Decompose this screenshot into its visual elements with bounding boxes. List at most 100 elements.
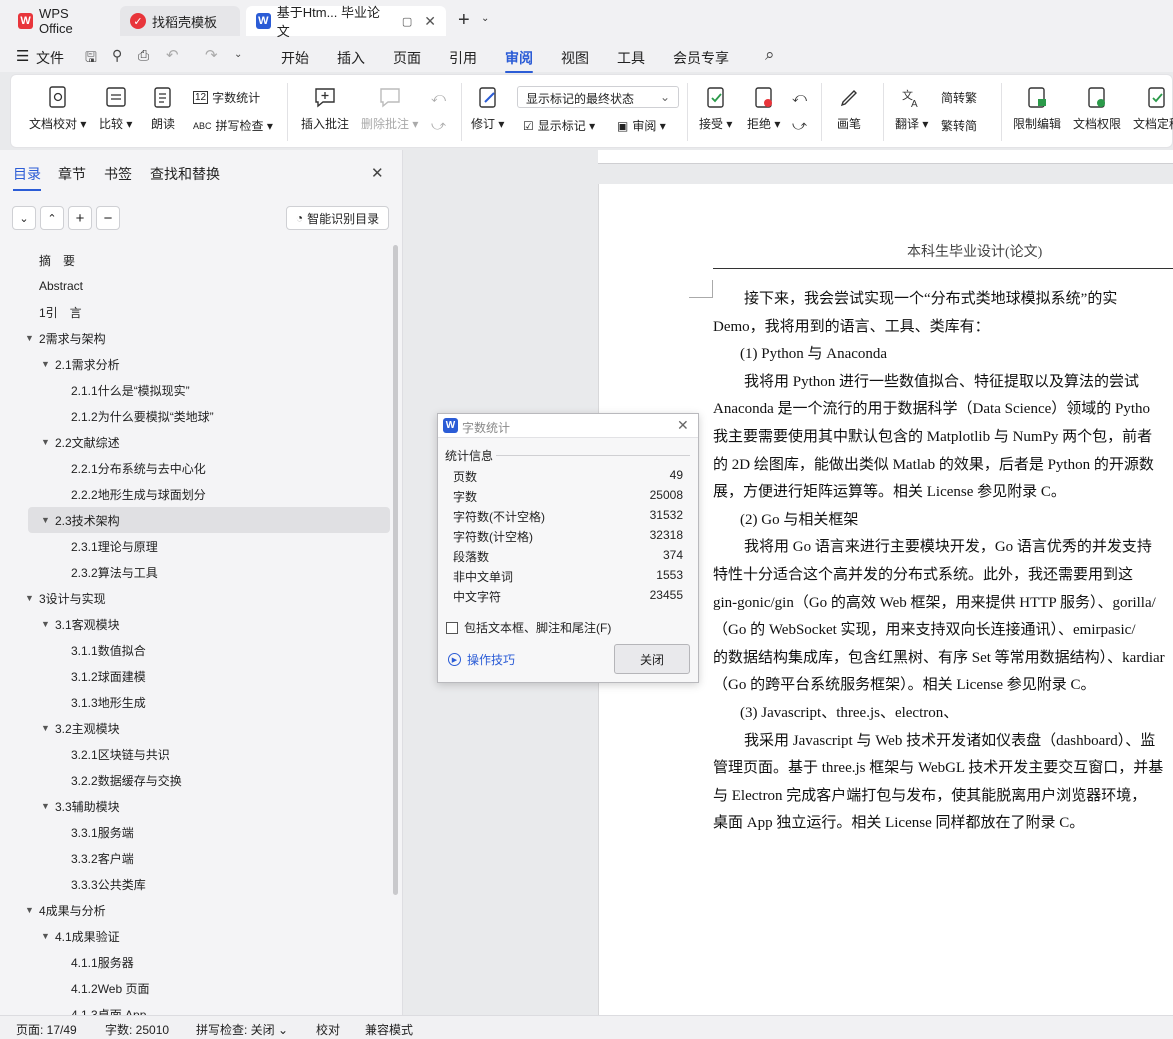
hamburger-icon[interactable]: ☰ [16,47,29,65]
toc-item[interactable]: 3.1.1数值拟合 [0,637,392,663]
toc-item[interactable]: ▼ 3.3辅助模块 [0,793,392,819]
proofread-button[interactable]: 文档校对 ▾ [29,85,86,132]
expand-arrow-icon[interactable]: ▼ [41,801,50,811]
word-count-button[interactable]: 12 字数统计 [193,89,260,106]
menu-view[interactable]: 视图 [561,48,589,68]
delete-comment-button[interactable]: 删除批注 ▾ [361,85,418,132]
toc-item[interactable]: 4.1.2Web 页面 [0,975,392,1001]
word-count-indicator[interactable]: 字数: 25010 [105,1021,169,1038]
smart-toc-button[interactable]: ◔ 智能识别目录 [286,206,389,230]
redo-icon[interactable]: ↷ [205,46,218,64]
previous-comment-icon[interactable]: ⤺ [431,89,446,106]
expand-arrow-icon[interactable]: ▼ [41,359,50,369]
window-mode-icon[interactable]: ▢ [402,15,412,28]
new-tab-icon[interactable]: + [458,9,470,32]
tab-docer-templates[interactable]: ✓ 找稻壳模板 [120,6,240,36]
toc-item[interactable]: ▼ 3设计与实现 [0,585,392,611]
expand-arrow-icon[interactable]: ▼ [41,931,50,941]
track-changes-button[interactable]: 修订 ▾ [471,85,504,132]
spell-check-button[interactable]: ABC 拼写检查 ▾ [193,117,273,134]
reject-button[interactable]: 拒绝 ▾ [747,85,780,132]
show-markup-button[interactable]: ☑ 显示标记 ▾ [523,117,595,134]
quick-access-chevron-icon[interactable]: ⌄ [234,49,242,60]
expand-arrow-icon[interactable]: ▼ [25,333,34,343]
tab-wps-office[interactable]: W WPS Office [8,6,112,36]
to-simplified-button[interactable]: 繁转简 [941,117,977,134]
toc-scrollbar[interactable] [393,245,398,895]
remove-heading-button[interactable]: − [96,206,120,230]
toc-item[interactable]: 3.2.1区块链与共识 [0,741,392,767]
panel-tab-chapters[interactable]: 章节 [58,164,86,184]
toc-item[interactable]: ▼ 3.1客观模块 [0,611,392,637]
expand-arrow-icon[interactable]: ▼ [41,515,50,525]
close-tab-icon[interactable]: ✕ [424,13,436,30]
expand-arrow-icon[interactable]: ▼ [25,593,34,603]
tab-document[interactable]: W 基于Htm... 毕业论文 ▢ ✕ [246,5,446,39]
toc-item[interactable]: ▼ 4成果与分析 [0,897,392,923]
expand-arrow-icon[interactable]: ▼ [25,905,34,915]
undo-icon[interactable]: ↶ [166,46,179,64]
toc-item[interactable]: 3.3.3公共类库 [0,871,392,897]
print-preview-icon[interactable]: ⎙ [138,47,149,64]
menu-review[interactable]: 审阅 [505,48,533,73]
toc-item[interactable]: 3.3.1服务端 [0,819,392,845]
toc-item[interactable]: 3.3.2客户端 [0,845,392,871]
toc-item[interactable]: 2.3.1理论与原理 [0,533,392,559]
panel-tab-toc[interactable]: 目录 [13,164,41,191]
toc-item[interactable]: ▼ 2.3技术架构 [28,507,390,533]
next-change-icon[interactable]: ⤻ [792,117,807,134]
toc-item[interactable]: 摘 要 [0,247,392,273]
toc-item[interactable]: ▼ 3.2主观模块 [0,715,392,741]
close-panel-icon[interactable]: ✕ [371,164,384,182]
include-textbox-checkbox[interactable]: 包括文本框、脚注和尾注(F) [446,619,611,636]
expand-up-button[interactable]: ⌃ [40,206,64,230]
toc-item[interactable]: ▼ 4.1成果验证 [0,923,392,949]
compare-button[interactable]: 比较 ▾ [99,85,132,132]
markup-state-select[interactable]: 显示标记的最终状态 ⌄ [517,86,679,108]
toc-item[interactable]: Abstract [0,273,392,299]
toc-item[interactable]: ▼ 2.2文献综述 [0,429,392,455]
menu-insert[interactable]: 插入 [337,48,365,68]
translate-button[interactable]: 文A 翻译 ▾ [895,85,928,132]
tips-link[interactable]: ▶ 操作技巧 [448,651,515,668]
toc-item[interactable]: ▼ 2.1需求分析 [0,351,392,377]
expand-arrow-icon[interactable]: ▼ [41,723,50,733]
menu-file[interactable]: 文件 [36,48,64,68]
toc-item[interactable]: 2.3.2算法与工具 [0,559,392,585]
menu-references[interactable]: 引用 [449,48,477,68]
toc-item[interactable]: 1引 言 [0,299,392,325]
toc-item[interactable]: 3.1.2球面建模 [0,663,392,689]
share-icon[interactable]: ⚲ [112,47,122,64]
toc-item[interactable]: ▼ 2需求与架构 [0,325,392,351]
chevron-down-icon[interactable]: ⌄ [481,13,489,24]
accept-button[interactable]: 接受 ▾ [699,85,732,132]
menu-membership[interactable]: 会员专享 [673,48,729,68]
collapse-all-button[interactable]: ⌄ [12,206,36,230]
doc-permission-button[interactable]: 文档权限 [1073,85,1121,132]
dialog-close-icon[interactable]: ✕ [677,417,689,434]
menu-page[interactable]: 页面 [393,48,421,68]
save-icon[interactable]: 🖫 [85,47,97,71]
read-aloud-button[interactable]: 朗读 [151,85,175,132]
dialog-close-button[interactable]: 关闭 [614,644,690,674]
expand-arrow-icon[interactable]: ▼ [41,619,50,629]
insert-comment-button[interactable]: 插入批注 [301,85,349,132]
proofread-status[interactable]: 校对 [316,1021,340,1038]
search-icon[interactable]: ⌕ [765,45,775,65]
toc-item[interactable]: 3.1.3地形生成 [0,689,392,715]
previous-change-icon[interactable]: ⤺ [792,89,807,106]
menu-tools[interactable]: 工具 [617,48,645,68]
add-heading-button[interactable]: + [68,206,92,230]
toc-item[interactable]: 3.2.2数据缓存与交换 [0,767,392,793]
next-comment-icon[interactable]: ⤻ [431,117,446,134]
toc-item[interactable]: 2.2.1分布系统与去中心化 [0,455,392,481]
page-indicator[interactable]: 页面: 17/49 [16,1021,77,1038]
toc-item[interactable]: 2.2.2地形生成与球面划分 [0,481,392,507]
checkbox-box[interactable] [446,621,458,634]
menu-home[interactable]: 开始 [281,48,309,68]
restrict-edit-button[interactable]: 限制编辑 [1013,85,1061,132]
to-traditional-button[interactable]: 简转繁 [941,89,977,106]
toc-item[interactable]: 2.1.2为什么要模拟“类地球” [0,403,392,429]
review-pane-button[interactable]: ▣ 审阅 ▾ [617,117,666,134]
pen-button[interactable]: 画笔 [837,85,861,132]
